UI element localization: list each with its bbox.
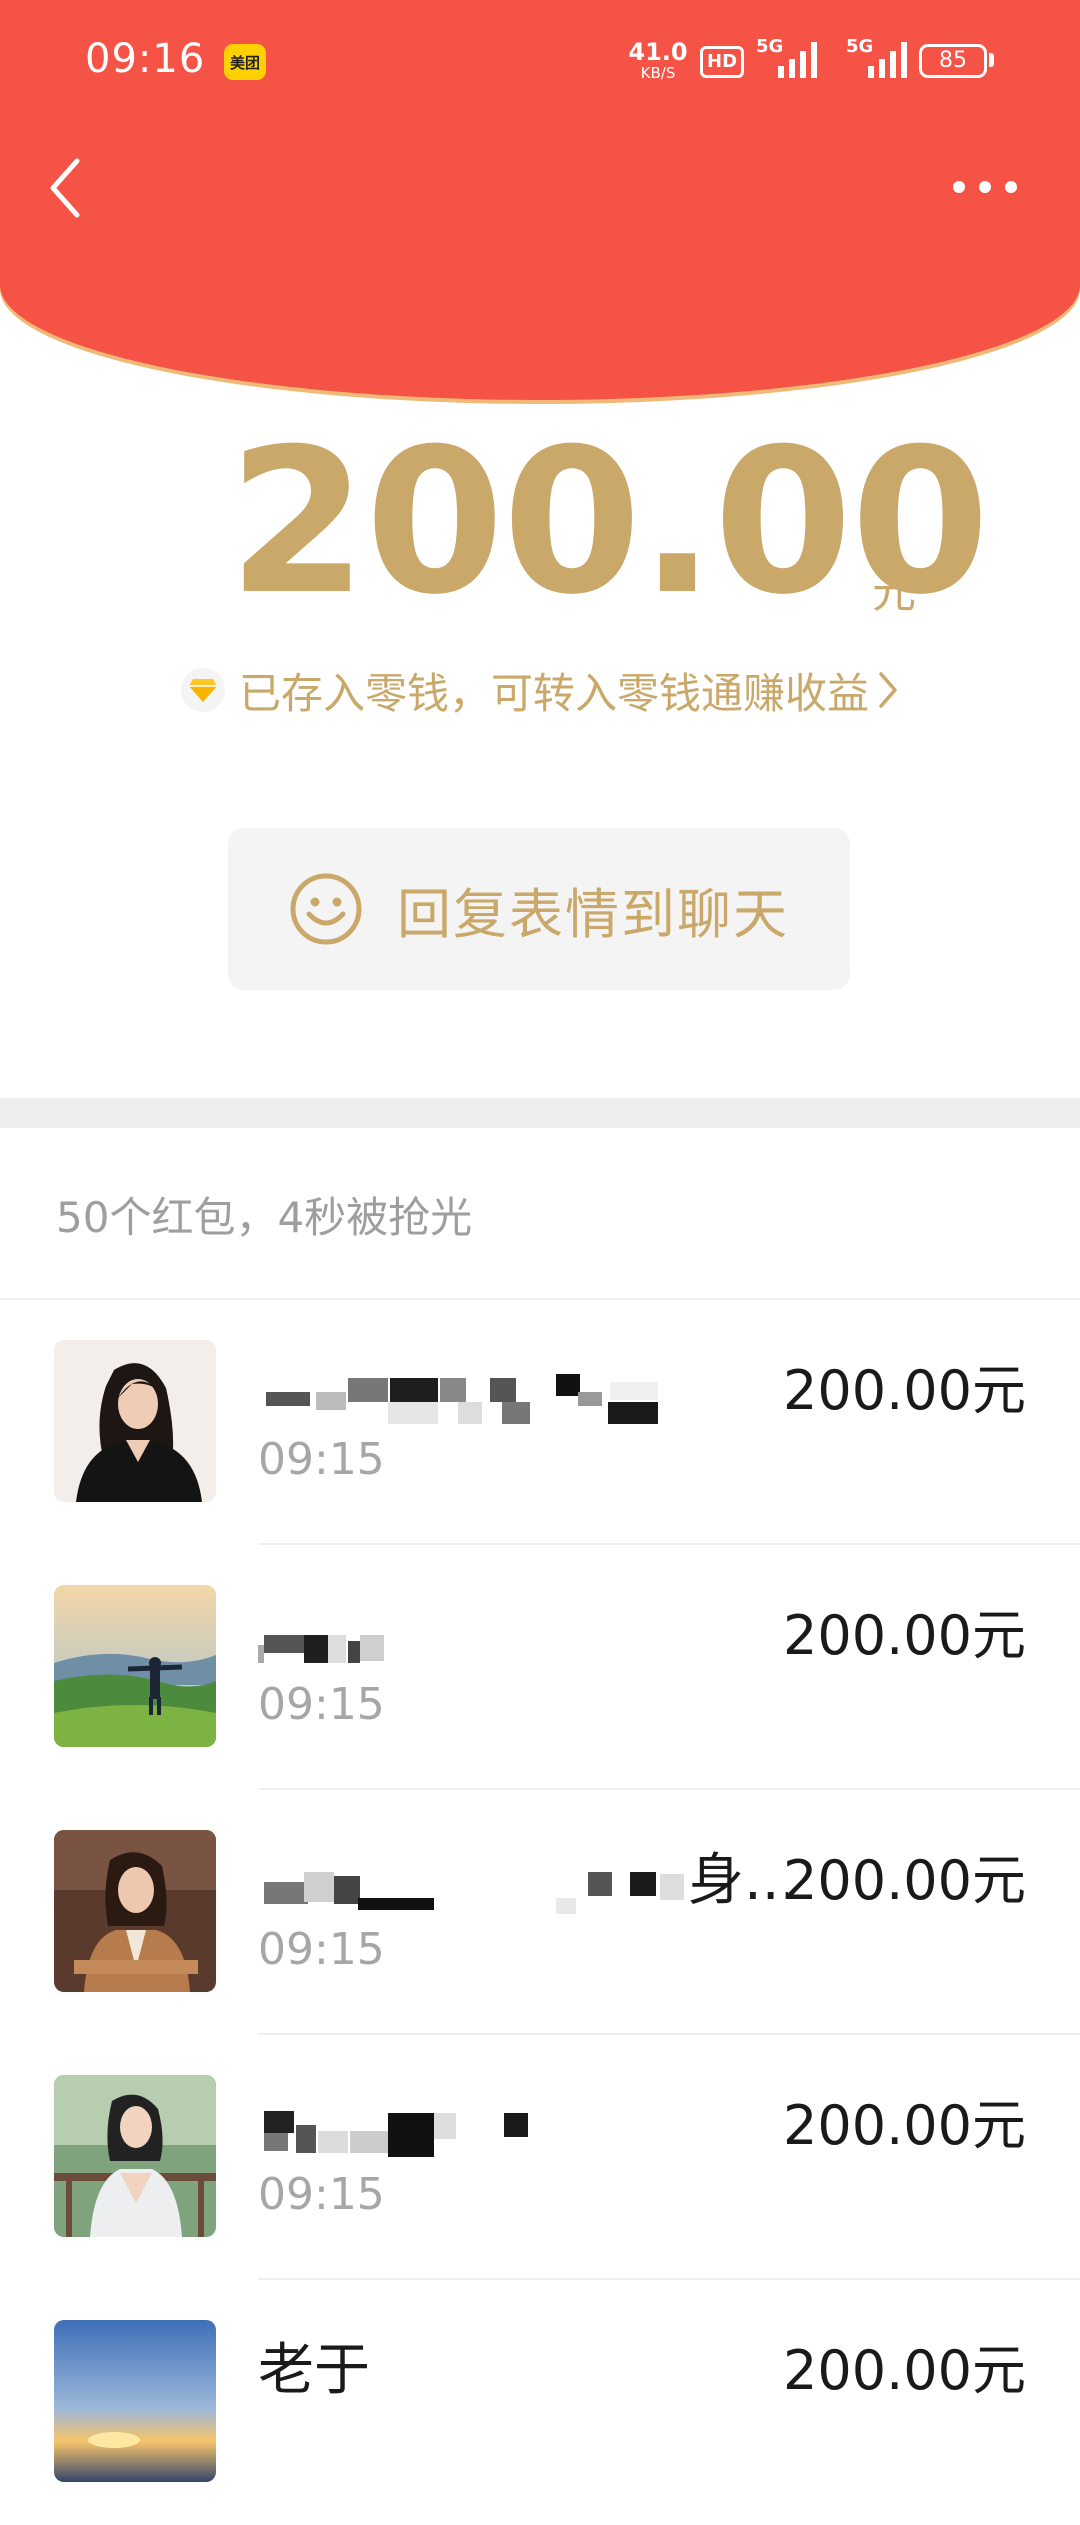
- recipient-name: 老于: [258, 2338, 370, 2403]
- meituan-app-icon: 美团: [224, 44, 266, 80]
- more-options-button[interactable]: [940, 162, 1030, 212]
- diamond-icon: [180, 668, 225, 712]
- blurred-name: [266, 1374, 658, 1424]
- recipient-row[interactable]: 身... 09:15 200.00元: [0, 1790, 1080, 2035]
- status-bar: 09:16 美团 41.0 KB/S HD 5G 5G 85: [0, 0, 1080, 124]
- recipient-time: 09:15: [258, 2169, 385, 2220]
- amount-value: 200.00: [228, 406, 990, 639]
- recipient-name: [258, 1601, 788, 1671]
- network-speed-value: 41.0: [628, 38, 688, 66]
- blurred-name: [258, 1635, 384, 1663]
- recipient-amount: 200.00元: [783, 1849, 1026, 1912]
- recipient-name: [258, 2091, 788, 2161]
- change-balance-link[interactable]: 已存入零钱，可转入零钱通赚收益: [0, 660, 1080, 720]
- recipient-name-text: 身...: [688, 1848, 788, 1913]
- recipient-amount: 200.00元: [783, 1359, 1026, 1422]
- signal-bars-icon: [778, 42, 817, 78]
- blurred-name: [264, 2111, 528, 2157]
- network-speed: 41.0 KB/S: [628, 40, 688, 81]
- recipient-time: 09:15: [258, 1924, 385, 1975]
- recipient-row[interactable]: 09:15 200.00元: [0, 2035, 1080, 2280]
- signal-bars-icon: [868, 42, 907, 78]
- recipient-amount: 200.00元: [783, 1604, 1026, 1667]
- received-amount: 200.00 元: [0, 406, 1080, 639]
- battery-tip: [989, 53, 994, 67]
- avatar: [54, 1340, 216, 1502]
- recipient-time: 09:15: [258, 1434, 385, 1485]
- battery-icon: 85: [919, 44, 987, 78]
- section-divider: [0, 1098, 1080, 1128]
- avatar: [54, 1830, 216, 1992]
- amount-unit: 元: [872, 567, 916, 618]
- recipient-row[interactable]: 09:15 200.00元: [0, 1300, 1080, 1545]
- signal-icon-sim1: 5G: [756, 36, 824, 82]
- recipient-amount: 200.00元: [783, 2094, 1026, 2157]
- recipient-name: [258, 1356, 788, 1426]
- avatar: [54, 2320, 216, 2482]
- back-button[interactable]: [30, 150, 100, 226]
- chevron-left-icon: [50, 158, 80, 218]
- change-note-text: 已存入零钱，可转入零钱通赚收益: [238, 668, 869, 718]
- recipient-list: 09:15 200.00元 09:15 200.00元 身... 09:15 2…: [0, 1300, 1080, 2525]
- avatar: [54, 1585, 216, 1747]
- avatar: [54, 2075, 216, 2237]
- recipient-name: 身...: [258, 1846, 788, 1916]
- recipient-row[interactable]: 老于 200.00元: [0, 2280, 1080, 2525]
- signal-icon-sim2: 5G: [846, 36, 914, 82]
- reply-button-label: 回复表情到聊天: [397, 882, 789, 946]
- recipient-amount: 200.00元: [783, 2339, 1026, 2402]
- status-time: 09:16: [85, 36, 206, 82]
- hd-voice-icon: HD: [700, 46, 745, 78]
- smiley-icon: [290, 873, 362, 945]
- more-horizontal-icon: [953, 181, 1017, 193]
- network-speed-unit: KB/S: [640, 64, 676, 82]
- reply-sticker-button[interactable]: 回复表情到聊天: [228, 828, 850, 990]
- chevron-right-icon: [877, 670, 899, 710]
- recipient-row[interactable]: 09:15 200.00元: [0, 1545, 1080, 1790]
- packet-summary: 50个红包，4秒被抢光: [56, 1193, 473, 1242]
- recipient-time: 09:15: [258, 1679, 385, 1730]
